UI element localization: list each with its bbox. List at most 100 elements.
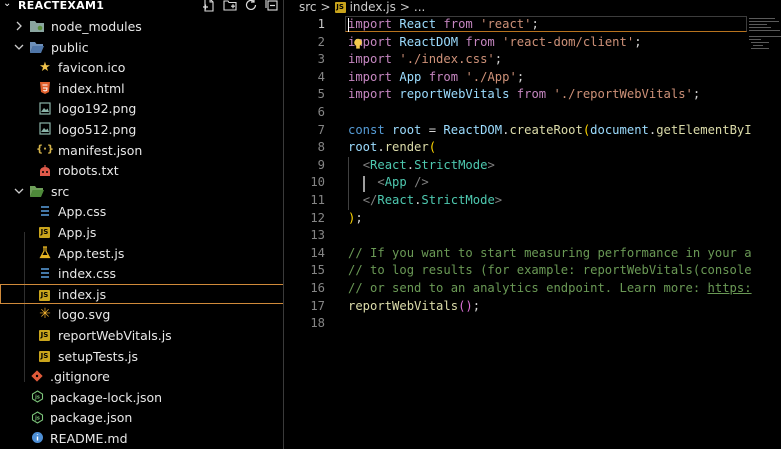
code-token: // If you want to start measuring perfor… (348, 245, 752, 260)
image-icon (37, 121, 53, 137)
code-line[interactable]: 10 <App /> (285, 174, 781, 192)
tree-item-node-modules[interactable]: node_modules (0, 16, 283, 37)
chevron-right-icon[interactable] (14, 19, 24, 33)
code-line[interactable]: 18 (285, 315, 781, 333)
code-text: import './index.css'; (348, 52, 502, 66)
code-token: './index.css' (399, 52, 495, 67)
code-line[interactable]: 3 import './index.css'; (285, 51, 781, 69)
line-number: 7 (317, 122, 325, 137)
tree-item-setup-tests[interactable]: JS setupTests.js (0, 346, 283, 367)
code-token: const (348, 122, 385, 137)
lightbulb-icon[interactable] (353, 35, 363, 49)
tree-item-label: robots.txt (58, 163, 119, 179)
npm-icon: js (29, 389, 45, 405)
code-token: from (465, 34, 495, 49)
code-line[interactable]: 8 root.render( (285, 139, 781, 157)
tree-item-label: package-lock.json (50, 389, 163, 405)
text-cursor (348, 18, 349, 32)
tree-item-logo-svg[interactable]: ✳ logo.svg (0, 304, 283, 325)
tree-item-gitignore[interactable]: .gitignore (0, 366, 283, 387)
chevron-down-icon[interactable]: ⌄ (3, 0, 11, 9)
code-token: https: (707, 280, 752, 295)
git-icon (29, 368, 45, 384)
code-token: . (377, 140, 385, 155)
code-token: root (348, 140, 378, 155)
code-text: </React.StrictMode> (348, 193, 502, 207)
explorer-header: ⌄ REACTEXAM1 (0, 0, 283, 14)
code-line[interactable]: 6 (285, 104, 781, 122)
code-line[interactable]: 17 reportWebVitals(); (285, 298, 781, 316)
tree-item-app-test[interactable]: App.test.js (0, 243, 283, 264)
code-text: <App /> (348, 175, 428, 189)
code-token: import (348, 52, 393, 67)
tree-item-label: index.css (58, 266, 117, 282)
minimap[interactable] (747, 16, 781, 56)
code-line[interactable]: 15 // to log results (for example: report… (285, 262, 781, 280)
code-text: ); (348, 211, 363, 225)
chevron-down-icon[interactable] (14, 40, 24, 54)
code-line[interactable]: 4 import App from './App'; (285, 69, 781, 87)
tree-item-package-lock[interactable]: js package-lock.json (0, 387, 283, 408)
chevron-down-icon[interactable] (14, 184, 24, 198)
tree-item-package[interactable]: js package.json (0, 407, 283, 428)
js-icon: JS (39, 226, 50, 238)
code-token: createRoot (509, 122, 583, 137)
tree-item-index-css[interactable]: index.css (0, 263, 283, 284)
code-token: import (348, 17, 393, 31)
tree-item-logo192[interactable]: logo192.png (0, 98, 283, 119)
code-token: ; (494, 52, 503, 67)
tree-item-src[interactable]: src (0, 181, 283, 202)
code-token: > (494, 192, 503, 207)
explorer-project-title[interactable]: REACTEXAM1 (18, 0, 104, 12)
folder-open-icon (29, 183, 45, 199)
tree-item-robots[interactable]: robots.txt (0, 160, 283, 181)
code-line[interactable]: 16 // or send to an analytics endpoint. L… (285, 280, 781, 298)
code-text: reportWebVitals(); (348, 299, 480, 313)
tree-item-manifest[interactable]: {·} manifest.json (0, 140, 283, 161)
tree-item-label: logo192.png (58, 101, 137, 117)
code-line[interactable]: 12); (285, 210, 781, 228)
code-token: // to log results (for example: reportWe… (348, 263, 752, 278)
tree-item-report-web-vitals[interactable]: JS reportWebVitals.js (0, 325, 283, 346)
code-line[interactable]: 7 const root = ReactDOM.createRoot(docume… (285, 122, 781, 140)
tree-item-index-js[interactable]: JS index.js (0, 283, 283, 305)
code-line[interactable]: 9 <React.StrictMode> (285, 157, 781, 175)
code-line[interactable]: 1 import React from 'react'; (285, 16, 781, 34)
new-file-icon[interactable] (201, 0, 217, 12)
code-line[interactable]: 11 </React.StrictMode> (285, 192, 781, 210)
css-icon (37, 265, 53, 281)
breadcrumb-symbols[interactable]: ... (414, 0, 425, 14)
indent-guide (348, 156, 349, 210)
code-token: root (392, 122, 422, 137)
new-folder-icon[interactable] (222, 0, 238, 12)
code-token: ) (465, 298, 473, 313)
tree-item-readme[interactable]: README.md (0, 428, 283, 449)
tree-item-favicon[interactable]: ★ favicon.ico (0, 57, 283, 78)
tree-item-logo512[interactable]: logo512.png (0, 119, 283, 140)
code-line[interactable]: 13 (285, 227, 781, 245)
line-number: 18 (310, 316, 325, 331)
breadcrumb-folder[interactable]: src (299, 0, 317, 14)
collapse-all-icon[interactable] (264, 0, 280, 12)
refresh-icon[interactable] (243, 0, 259, 12)
code-token: App (399, 69, 422, 84)
tree-item-label: index.js (58, 286, 107, 302)
code-text: import React from 'react'; (348, 17, 539, 31)
tree-item-public[interactable]: public (0, 37, 283, 58)
tree-item-index-html[interactable]: index.html (0, 78, 283, 99)
code-editor: src > JS index.js > ... 1 import React fr… (285, 0, 781, 449)
code-token: React (399, 17, 437, 31)
tree-item-app-js[interactable]: JS App.js (0, 222, 283, 243)
code-token: StrictMode (414, 157, 488, 172)
code-token: ; (692, 87, 701, 102)
js-icon: JS (334, 1, 346, 13)
tree-item-app-css[interactable]: App.css (0, 201, 283, 222)
line-number: 8 (317, 140, 325, 155)
code-line[interactable]: 14 // If you want to start measuring perf… (285, 245, 781, 263)
code-token: from (428, 69, 459, 84)
breadcrumb-file[interactable]: index.js (350, 0, 396, 14)
tree-item-label: README.md (50, 430, 128, 446)
code-area[interactable]: 1 import React from 'react'; 2 import React… (285, 16, 781, 333)
folder-icon (29, 18, 45, 34)
code-line[interactable]: 5 import reportWebVitals from './reportWe… (285, 86, 781, 104)
